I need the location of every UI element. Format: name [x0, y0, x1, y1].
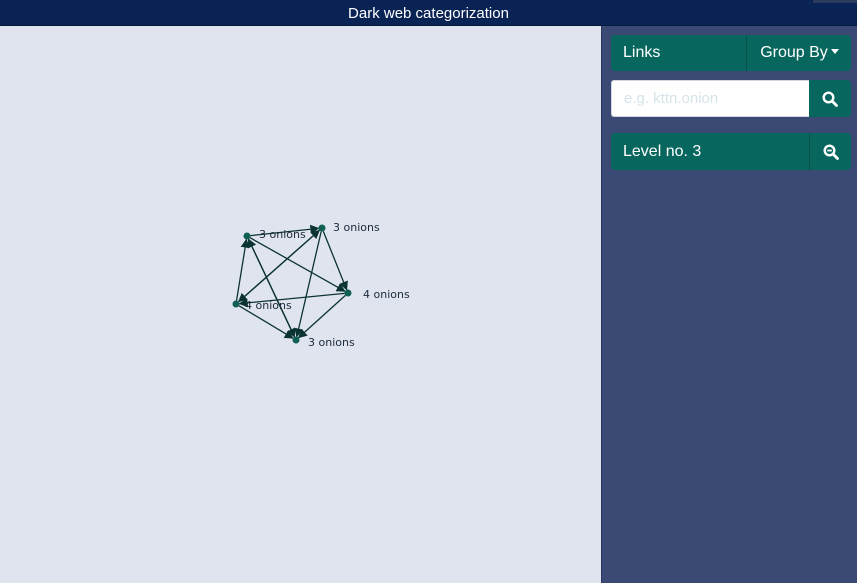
graph-edge	[249, 237, 346, 292]
graph-edge	[235, 238, 250, 301]
graph-node-label: 3 onions	[259, 228, 306, 241]
search-button[interactable]	[809, 80, 851, 117]
sidebar: Links Group By Level no. 3	[601, 26, 857, 583]
graph-node[interactable]: 3 onions	[318, 221, 380, 234]
graph-node-dot[interactable]	[344, 289, 352, 297]
level-label: Level no. 3	[623, 143, 702, 160]
app-header: Dark web categorization	[0, 0, 857, 26]
graph-node-dot[interactable]	[232, 300, 240, 308]
graph-edge	[247, 238, 296, 338]
edges-layer	[235, 224, 348, 339]
graph-node-dot[interactable]	[292, 336, 300, 344]
nodes-layer: 3 onions 3 onions 4 onions 4 onions 3 onions	[232, 221, 410, 349]
graph-node[interactable]: 4 onions	[344, 288, 410, 301]
graph-svg[interactable]: 3 onions 3 onions 4 onions 4 onions 3 onions	[0, 26, 601, 583]
caret-down-icon	[830, 48, 839, 54]
graph-node-label: 3 onions	[308, 336, 355, 349]
graph-node-dot[interactable]	[318, 224, 326, 232]
app-title: Dark web categorization	[348, 5, 509, 22]
graph-edge	[297, 294, 346, 339]
graph-node-label: 4 onions	[245, 299, 292, 312]
group-by-dropdown[interactable]: Group By	[746, 35, 852, 71]
graph-node-label: 4 onions	[363, 288, 410, 301]
graph-canvas[interactable]: 3 onions 3 onions 4 onions 4 onions 3 onions	[0, 26, 601, 583]
graph-node[interactable]: 4 onions	[232, 299, 292, 312]
search-icon	[822, 91, 838, 107]
graph-node-label: 3 onions	[333, 221, 380, 234]
search-row	[611, 80, 851, 117]
group-by-label: Group By	[760, 44, 828, 61]
search-input[interactable]	[611, 80, 809, 117]
level-panel: Level no. 3	[611, 133, 851, 170]
links-panel: Links Group By	[611, 35, 851, 71]
graph-node[interactable]: 3 onions	[292, 336, 355, 349]
graph-node-dot[interactable]	[243, 232, 251, 240]
header-corner	[813, 0, 857, 3]
zoom-out-icon	[823, 144, 839, 160]
links-label: Links	[623, 44, 661, 61]
zoom-out-button[interactable]	[809, 133, 852, 170]
